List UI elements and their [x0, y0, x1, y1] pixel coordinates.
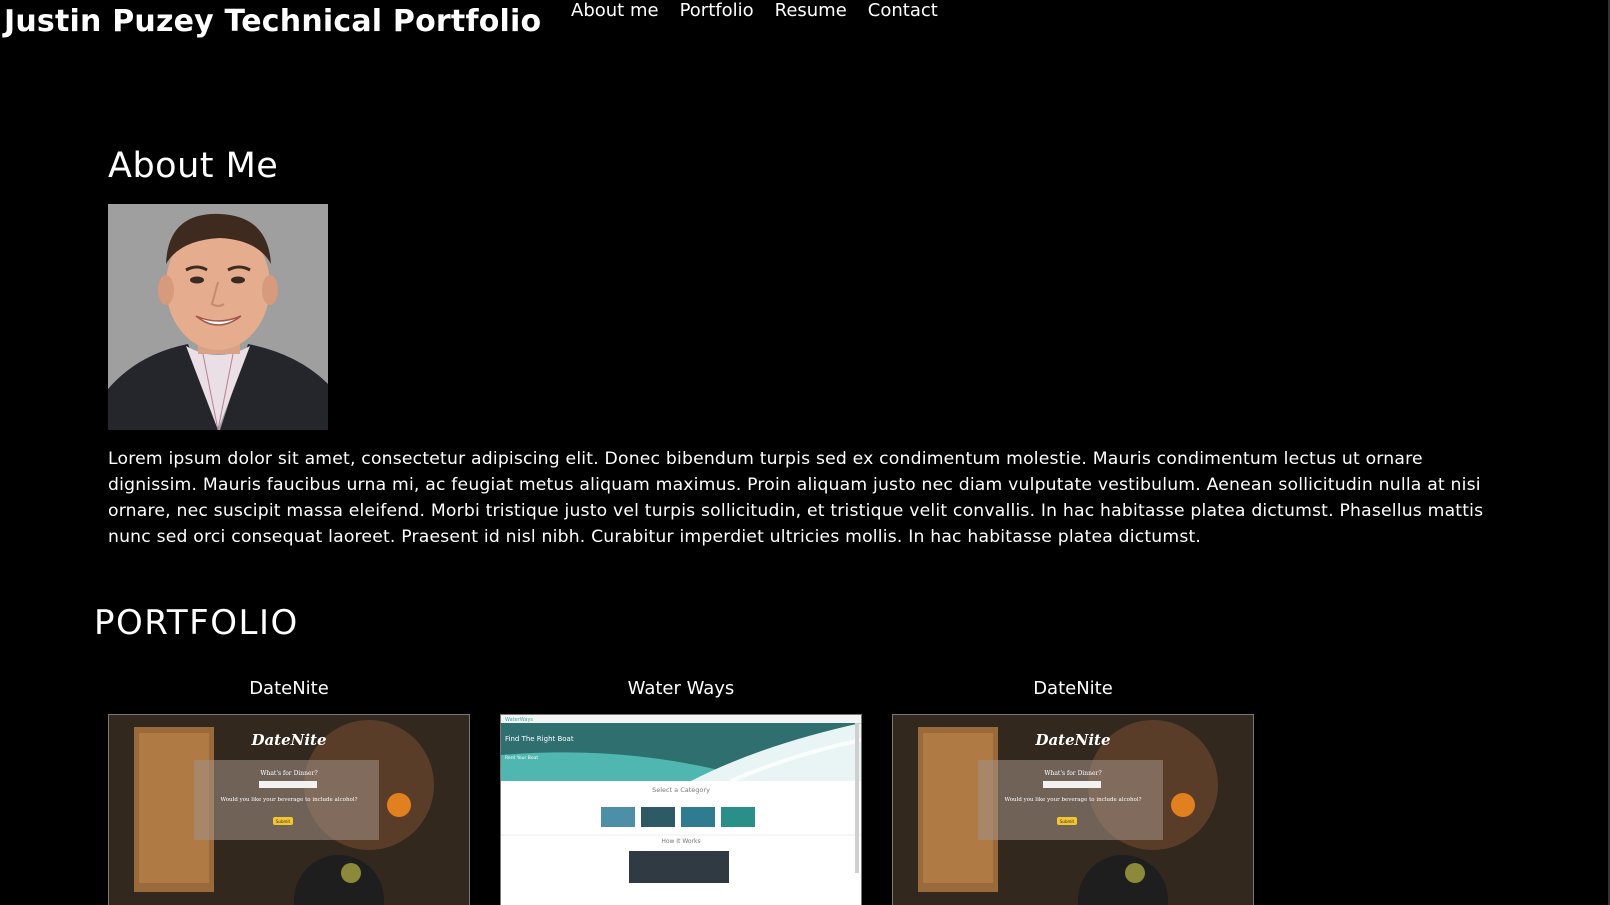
datenite-screenshot: DateNite What's for Dinner? Would you li…: [893, 715, 1253, 905]
nav-link-contact[interactable]: Contact: [868, 0, 938, 24]
nav-link-portfolio[interactable]: Portfolio: [680, 0, 754, 24]
page: Justin Puzey Technical Portfolio About m…: [0, 0, 1610, 905]
datenite-question: Would you like your beverage to include …: [1004, 797, 1141, 803]
datenite-screenshot: DateNite What's for Dinner? Would you li…: [109, 715, 469, 905]
datenite-logo: DateNite: [250, 731, 326, 749]
waterways-screenshot: WaterWays Find The Right Boat Rent Your …: [501, 715, 861, 905]
portfolio-card-title[interactable]: DateNite: [108, 676, 470, 702]
portfolio-card-title[interactable]: DateNite: [892, 676, 1254, 702]
datenite-submit-label: Submit: [1060, 819, 1075, 824]
portfolio-thumbnail[interactable]: DateNite What's for Dinner? Would you li…: [892, 714, 1254, 905]
datenite-question: Would you like your beverage to include …: [220, 797, 357, 803]
waterways-category-heading: Select a Category: [652, 786, 710, 794]
nav-link-resume[interactable]: Resume: [775, 0, 847, 24]
portfolio-thumbnail[interactable]: DateNite What's for Dinner? Would you li…: [108, 714, 470, 905]
portfolio-card-datenite[interactable]: DateNite DateNite What's for Dinner? Wou…: [108, 676, 470, 905]
datenite-submit-label: Submit: [276, 819, 291, 824]
about-paragraph: Lorem ipsum dolor sit amet, consectetur …: [108, 449, 1484, 547]
datenite-prompt: What's for Dinner?: [1044, 770, 1101, 777]
portfolio-card-waterways[interactable]: Water Ways WaterWays Find The Right Boat…: [500, 676, 862, 905]
waterways-hero-text: Find The Right Boat: [505, 735, 574, 743]
portfolio-thumbnail[interactable]: WaterWays Find The Right Boat Rent Your …: [500, 714, 862, 905]
portfolio-heading: PORTFOLIO: [94, 603, 299, 643]
site-title[interactable]: Justin Puzey Technical Portfolio: [4, 2, 541, 42]
portfolio-card-datenite-2[interactable]: DateNite DateNite What's for Dinner? Wou…: [892, 676, 1254, 905]
main-nav: About me Portfolio Resume Contact: [571, 0, 959, 24]
waterways-how-heading: How It Works: [661, 838, 700, 845]
nav-link-about[interactable]: About me: [571, 0, 659, 24]
profile-photo-illustration: [108, 204, 328, 430]
datenite-logo: DateNite: [1034, 731, 1110, 749]
datenite-prompt: What's for Dinner?: [260, 770, 317, 777]
profile-photo: [108, 204, 328, 430]
waterways-subhead: Rent Your Boat: [505, 755, 538, 761]
about-heading: About Me: [108, 146, 279, 186]
portfolio-card-title[interactable]: Water Ways: [500, 676, 862, 702]
waterways-brand: WaterWays: [505, 717, 533, 723]
